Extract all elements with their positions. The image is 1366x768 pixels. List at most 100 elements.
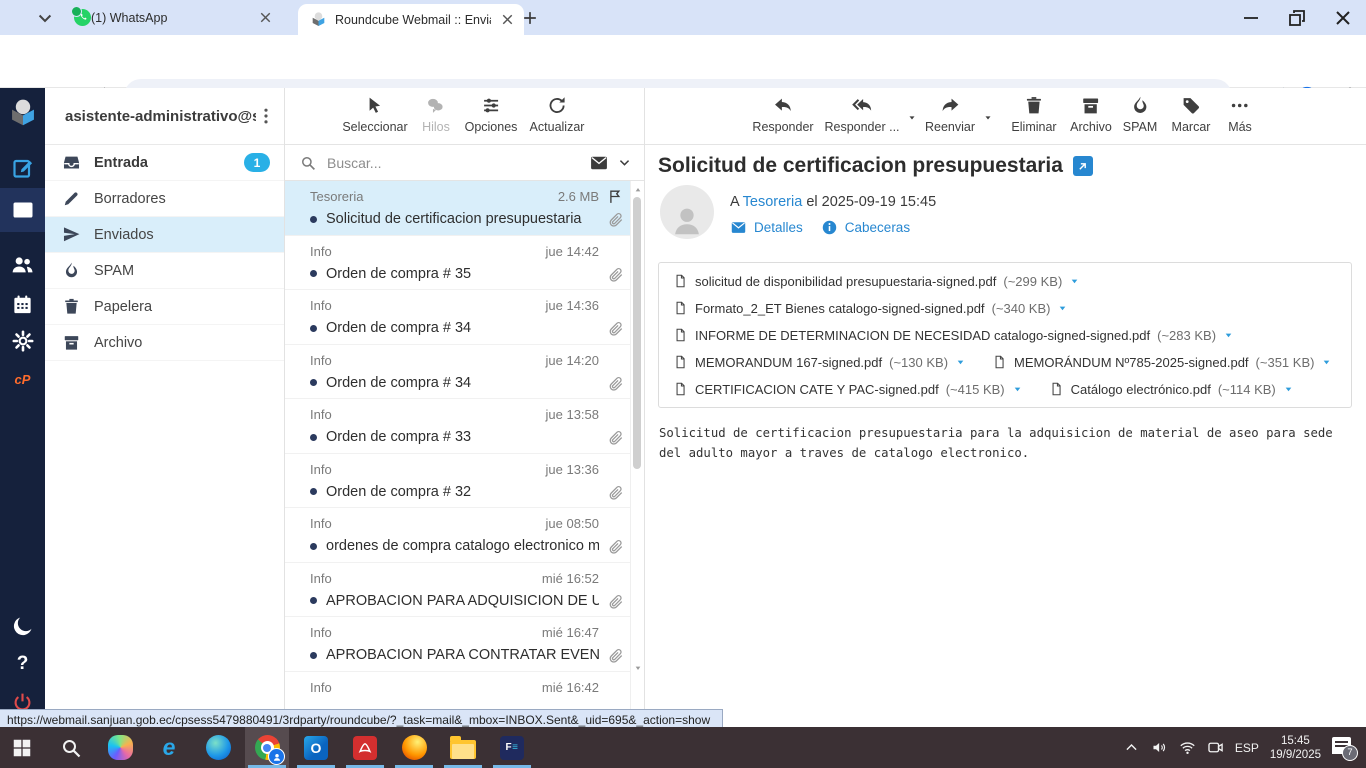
open-in-new-window-icon[interactable] — [1072, 156, 1093, 176]
volume-icon[interactable] — [1151, 739, 1168, 756]
message-list-item[interactable]: Tesoreria 2.6 MB Solicitud de certificac… — [285, 181, 631, 236]
options-button[interactable]: Opciones — [465, 95, 517, 134]
taskbar-clock[interactable]: 15:45 19/9/2025 — [1270, 734, 1321, 762]
select-button[interactable]: Seleccionar — [342, 95, 408, 134]
message-list-item[interactable]: Info mié 16:42 — [285, 672, 631, 713]
window-restore-button[interactable] — [1285, 6, 1309, 30]
copilot-icon[interactable] — [98, 727, 142, 768]
attachment-item[interactable]: MEMORANDUM 167-signed.pdf (~130 KB) — [673, 353, 966, 371]
window-close-button[interactable] — [1331, 6, 1355, 30]
refresh-button[interactable]: Actualizar — [530, 95, 584, 134]
reply-all-caret-icon[interactable] — [907, 114, 917, 122]
archive-icon — [62, 333, 81, 352]
start-button[interactable] — [0, 727, 44, 768]
taskbar-search-button[interactable] — [49, 727, 93, 768]
dark-mode-toggle[interactable] — [0, 606, 45, 646]
account-menu-icon[interactable] — [256, 106, 276, 126]
message-body: Solicitud de certificacion presupuestari… — [659, 426, 1333, 460]
message-subject: Orden de compra # 33 — [326, 429, 472, 445]
internet-explorer-icon[interactable]: e — [147, 727, 191, 768]
firefox-icon[interactable] — [392, 727, 436, 768]
folder-borradores[interactable]: Borradores — [45, 181, 284, 217]
folder-archivo[interactable]: Archivo — [45, 325, 284, 361]
edge-icon[interactable] — [196, 727, 240, 768]
attachment-menu-caret-icon[interactable] — [1223, 331, 1234, 340]
attachment-item[interactable]: Formato_2_ET Bienes catalogo-signed-sign… — [673, 299, 1068, 317]
new-tab-button[interactable] — [520, 8, 540, 28]
scrollbar-thumb[interactable] — [633, 197, 641, 469]
fs-app-icon[interactable]: F ≡ — [490, 727, 534, 768]
refresh-icon — [546, 95, 567, 116]
cpanel-link[interactable]: cP — [0, 359, 45, 399]
message-list-item[interactable]: Info mié 16:52 APROBACION PARA ADQUISICI… — [285, 563, 631, 617]
file-explorer-icon[interactable] — [441, 727, 485, 768]
acrobat-icon[interactable] — [343, 727, 387, 768]
scroll-up-icon[interactable] — [633, 186, 643, 194]
forward-caret-icon[interactable] — [983, 114, 993, 122]
list-scrollbar[interactable] — [630, 181, 644, 712]
search-options-chevron-icon[interactable] — [617, 155, 632, 170]
message-list-item[interactable]: Info mié 16:47 APROBACION PARA CONTRATAR… — [285, 617, 631, 672]
contacts-nav-button[interactable] — [0, 244, 45, 284]
spam-button[interactable]: SPAM — [1123, 95, 1157, 134]
delete-button[interactable]: Eliminar — [1011, 95, 1057, 134]
attachment-item[interactable]: MEMORÁNDUM Nº785-2025-signed.pdf (~351 K… — [992, 353, 1332, 371]
calendar-nav-button[interactable] — [0, 284, 45, 324]
mail-nav-button[interactable] — [0, 188, 45, 232]
attachment-menu-caret-icon[interactable] — [1321, 358, 1332, 367]
search-scope-mail-icon[interactable] — [589, 153, 609, 173]
compose-button[interactable] — [0, 148, 45, 188]
tray-chevron-up-icon[interactable] — [1123, 739, 1140, 756]
attachment-menu-caret-icon[interactable] — [1283, 385, 1294, 394]
message-list-item[interactable]: Info jue 13:58 Orden de compra # 33 — [285, 399, 631, 454]
message-sender: Tesoreria — [310, 189, 364, 204]
chrome-icon[interactable] — [245, 727, 289, 768]
tab-close-icon[interactable] — [499, 11, 516, 28]
mark-button[interactable]: Marcar — [1172, 95, 1210, 134]
details-toggle[interactable]: Detalles — [730, 219, 803, 236]
attachment-name: MEMORANDUM 167-signed.pdf — [695, 354, 883, 370]
reply-all-button[interactable]: Responder ... — [824, 95, 900, 134]
recipient-link[interactable]: Tesoreria — [743, 194, 803, 210]
search-input[interactable] — [325, 153, 581, 172]
attachment-item[interactable]: solicitud de disponibilidad presupuestar… — [673, 272, 1080, 290]
tab-whatsapp[interactable]: (1) WhatsApp — [62, 0, 282, 35]
meet-now-icon[interactable] — [1207, 739, 1224, 756]
wifi-icon[interactable] — [1179, 739, 1196, 756]
threads-button[interactable]: Hilos — [422, 95, 450, 134]
tab-roundcube[interactable]: Roundcube Webmail :: Enviados — [298, 4, 524, 35]
archive-button[interactable]: Archivo — [1070, 95, 1112, 134]
folder-papelera[interactable]: Papelera — [45, 289, 284, 325]
message-list-item[interactable]: Info jue 14:20 Orden de compra # 34 — [285, 345, 631, 399]
tab-close-icon[interactable] — [257, 9, 274, 26]
attachment-menu-caret-icon[interactable] — [1057, 304, 1068, 313]
scroll-down-icon[interactable] — [633, 664, 643, 672]
attachment-item[interactable]: INFORME DE DETERMINACION DE NECESIDAD ca… — [673, 326, 1234, 344]
outlook-icon[interactable]: O — [294, 727, 338, 768]
headers-toggle[interactable]: Cabeceras — [821, 219, 910, 236]
folder-entrada[interactable]: Entrada 1 — [45, 145, 284, 181]
attachment-menu-caret-icon[interactable] — [955, 358, 966, 367]
roundcube-logo[interactable] — [0, 93, 45, 133]
attachment-menu-caret-icon[interactable] — [1069, 277, 1080, 286]
folder-spam[interactable]: SPAM — [45, 253, 284, 289]
flag-icon[interactable] — [607, 188, 624, 205]
forward-button[interactable]: Reenviar — [925, 95, 975, 134]
message-list-item[interactable]: Info jue 13:36 Orden de compra # 32 — [285, 454, 631, 508]
help-button[interactable]: ? — [0, 644, 45, 684]
language-indicator[interactable]: ESP — [1235, 741, 1259, 755]
window-minimize-button[interactable] — [1239, 6, 1263, 30]
tab-search-chevron-icon[interactable] — [34, 8, 56, 28]
more-button[interactable]: Más — [1228, 95, 1252, 134]
message-list-item[interactable]: Info jue 08:50 ordenes de compra catalog… — [285, 508, 631, 563]
message-list-item[interactable]: Info jue 14:42 Orden de compra # 35 — [285, 236, 631, 290]
attachment-item[interactable]: Catálogo electrónico.pdf (~114 KB) — [1049, 380, 1294, 398]
notification-center-icon[interactable]: 7 — [1332, 736, 1358, 761]
attachment-item[interactable]: CERTIFICACION CATE Y PAC-signed.pdf (~41… — [673, 380, 1023, 398]
reply-button[interactable]: Responder — [752, 95, 814, 134]
message-list-item[interactable]: Info jue 14:36 Orden de compra # 34 — [285, 290, 631, 345]
list-toolbar: Seleccionar Hilos Opciones Actualizar — [285, 88, 644, 145]
attachment-menu-caret-icon[interactable] — [1012, 385, 1023, 394]
folder-enviados[interactable]: Enviados — [45, 217, 284, 253]
settings-nav-button[interactable] — [0, 321, 45, 361]
